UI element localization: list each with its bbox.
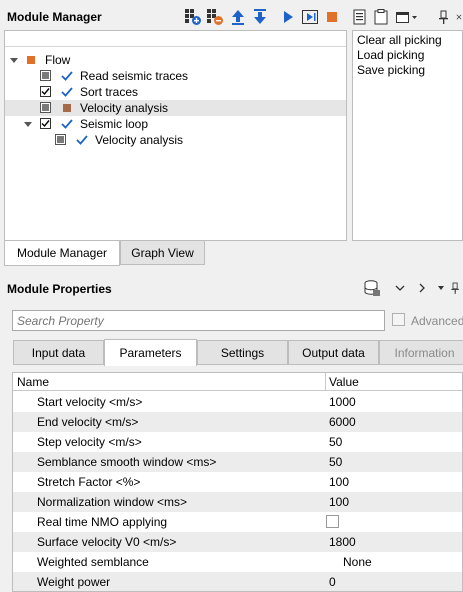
notes-icon[interactable] xyxy=(351,8,369,26)
remove-module-icon[interactable] xyxy=(206,8,224,26)
save-picking-item[interactable]: Save picking xyxy=(357,63,425,77)
property-value[interactable]: 0 xyxy=(329,575,336,589)
property-value[interactable]: 50 xyxy=(329,455,342,469)
property-grid: Name Value Start velocity <m/s> 1000 End… xyxy=(12,372,463,592)
property-name: Step velocity <m/s> xyxy=(37,435,142,449)
tree-item-label: Velocity analysis xyxy=(95,133,184,147)
tree-row-velocity-analysis[interactable]: Velocity analysis xyxy=(5,100,346,116)
property-name: End velocity <m/s> xyxy=(37,415,139,429)
blue-check-icon xyxy=(76,135,88,145)
tree-row-velocity-analysis-nested[interactable]: Velocity analysis xyxy=(5,132,346,148)
property-name: Stretch Factor <%> xyxy=(37,475,141,489)
property-value[interactable]: 1800 xyxy=(329,535,356,549)
flow-tree: Flow Read seismic traces Sort traces Vel… xyxy=(4,30,347,241)
module-properties-tabs: Input data Parameters Settings Output da… xyxy=(0,339,463,366)
table-row[interactable]: Weighted semblance None xyxy=(13,552,462,572)
table-row[interactable]: Normalization window <ms> 100 xyxy=(13,492,462,512)
module-manager-tabs: Module Manager Graph View xyxy=(4,241,463,266)
property-name: Start velocity <m/s> xyxy=(37,395,143,409)
module-disabled-icon[interactable] xyxy=(40,102,51,113)
advanced-label: Advanced xyxy=(411,314,463,328)
property-name: Weight power xyxy=(37,575,111,589)
table-row[interactable]: Real time NMO applying xyxy=(13,512,462,532)
run-step-icon[interactable] xyxy=(301,8,319,26)
grid-header: Name Value xyxy=(13,373,462,391)
run-icon[interactable] xyxy=(279,8,297,26)
module-properties-header: Module Properties xyxy=(0,274,463,302)
advanced-checkbox[interactable] xyxy=(392,313,405,326)
tree-row-sort-traces[interactable]: Sort traces xyxy=(5,84,346,100)
property-name: Weighted semblance xyxy=(37,555,149,569)
flow-icon xyxy=(27,56,35,64)
module-enabled-checkbox[interactable] xyxy=(40,118,51,129)
tree-row-seismic-loop[interactable]: Seismic loop xyxy=(5,116,346,132)
chevron-right-icon[interactable] xyxy=(413,279,431,297)
move-down-icon[interactable] xyxy=(251,8,269,26)
blue-check-icon xyxy=(61,71,73,81)
pin-icon[interactable] xyxy=(448,279,463,297)
value-column-header[interactable]: Value xyxy=(329,375,359,389)
blue-check-icon xyxy=(61,87,73,97)
tree-item-label: Velocity analysis xyxy=(80,101,169,115)
tab-output-data[interactable]: Output data xyxy=(288,340,379,365)
property-name: Surface velocity V0 <m/s> xyxy=(37,535,177,549)
tab-information[interactable]: Information xyxy=(379,340,463,365)
property-value[interactable]: 100 xyxy=(329,495,349,509)
search-input[interactable] xyxy=(12,310,385,331)
move-up-icon[interactable] xyxy=(229,8,247,26)
tab-module-manager[interactable]: Module Manager xyxy=(4,241,120,266)
expand-arrow-icon[interactable] xyxy=(23,119,33,129)
column-divider[interactable] xyxy=(325,373,326,391)
property-name: Semblance smooth window <ms> xyxy=(37,455,217,469)
clear-all-picking-item[interactable]: Clear all picking xyxy=(357,33,442,47)
tab-parameters[interactable]: Parameters xyxy=(104,339,197,366)
clipboard-icon[interactable] xyxy=(372,8,390,26)
window-menu-icon[interactable] xyxy=(395,8,419,26)
tree-item-label: Flow xyxy=(45,53,71,67)
module-properties-title: Module Properties xyxy=(7,282,112,296)
name-column-header[interactable]: Name xyxy=(17,375,49,389)
tab-graph-view[interactable]: Graph View xyxy=(120,241,205,265)
tree-row-read-seismic-traces[interactable]: Read seismic traces xyxy=(5,68,346,84)
expand-arrow-icon[interactable] xyxy=(9,55,19,65)
blue-check-icon xyxy=(61,119,73,129)
module-enabled-checkbox[interactable] xyxy=(40,86,51,97)
module-disabled-icon[interactable] xyxy=(40,70,51,81)
tab-input-data[interactable]: Input data xyxy=(13,340,104,365)
module-manager-header: Module Manager xyxy=(0,0,463,30)
tree-item-label: Sort traces xyxy=(80,85,139,99)
table-row[interactable]: Weight power 0 xyxy=(13,572,462,591)
database-icon[interactable] xyxy=(363,279,381,297)
property-value[interactable]: 50 xyxy=(329,435,342,449)
module-disabled-icon[interactable] xyxy=(55,134,66,145)
close-icon[interactable] xyxy=(455,8,463,26)
table-row[interactable]: Stretch Factor <%> 100 xyxy=(13,472,462,492)
table-row[interactable]: Semblance smooth window <ms> 50 xyxy=(13,452,462,472)
module-manager-title: Module Manager xyxy=(7,10,102,24)
tree-top-strip xyxy=(5,31,346,47)
property-value-select[interactable]: None xyxy=(343,555,372,569)
table-row[interactable]: Step velocity <m/s> 50 xyxy=(13,432,462,452)
pin-icon[interactable] xyxy=(435,8,453,26)
picking-menu: Clear all picking Load picking Save pick… xyxy=(352,30,463,241)
load-picking-item[interactable]: Load picking xyxy=(357,48,424,62)
chevron-down-icon[interactable] xyxy=(391,279,409,297)
table-row[interactable]: Surface velocity V0 <m/s> 1800 xyxy=(13,532,462,552)
add-module-icon[interactable] xyxy=(184,8,202,26)
module-status-icon xyxy=(63,104,71,112)
stop-icon[interactable] xyxy=(323,8,341,26)
property-value[interactable]: 1000 xyxy=(329,395,356,409)
table-row[interactable]: Start velocity <m/s> 1000 xyxy=(13,392,462,412)
table-row[interactable]: End velocity <m/s> 6000 xyxy=(13,412,462,432)
property-value[interactable]: 100 xyxy=(329,475,349,489)
property-value[interactable]: 6000 xyxy=(329,415,356,429)
property-name: Normalization window <ms> xyxy=(37,495,188,509)
tree-item-label: Read seismic traces xyxy=(80,69,189,83)
tab-settings[interactable]: Settings xyxy=(197,340,288,365)
real-time-nmo-checkbox[interactable] xyxy=(326,515,339,528)
property-name: Real time NMO applying xyxy=(37,515,168,529)
tree-row-flow[interactable]: Flow xyxy=(5,52,346,68)
tree-item-label: Seismic loop xyxy=(80,117,149,131)
